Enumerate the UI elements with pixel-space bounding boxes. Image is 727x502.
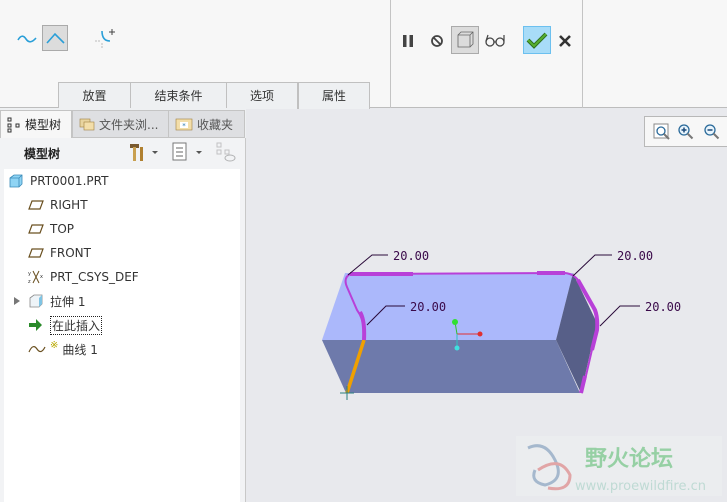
dimension-label[interactable]: 20.00 — [410, 300, 446, 314]
dimension-label[interactable]: 20.00 — [617, 249, 653, 263]
dimension-label[interactable]: 20.00 — [393, 249, 429, 263]
watermark-url: www.proewildfire.cn — [575, 479, 706, 494]
graphics-viewport[interactable]: 20.00 20.00 20.00 20.00 野火论坛 www.proewil… — [0, 0, 727, 502]
dimension-label[interactable]: 20.00 — [645, 300, 681, 314]
box-top-face — [322, 273, 573, 340]
watermark-title: 野火论坛 — [585, 446, 673, 472]
watermark: 野火论坛 www.proewildfire.cn — [516, 436, 722, 496]
